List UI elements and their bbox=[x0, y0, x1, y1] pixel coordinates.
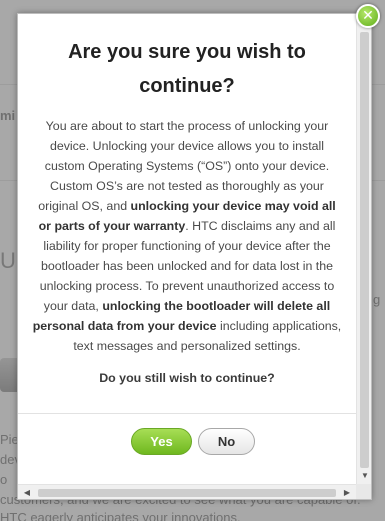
vertical-scroll-thumb[interactable] bbox=[360, 32, 369, 468]
yes-button[interactable]: Yes bbox=[131, 428, 192, 455]
dialog-body: You are about to start the process of un… bbox=[32, 116, 342, 356]
scroll-right-icon[interactable]: ▶ bbox=[341, 488, 353, 498]
dialog-title: Are you sure you wish to continue? bbox=[68, 41, 306, 97]
horizontal-scrollbar[interactable]: ◀ ▶ bbox=[18, 484, 356, 499]
unlock-confirm-dialog: Are you sure you wish to continue? You a… bbox=[17, 13, 372, 500]
close-button[interactable]: ✕ bbox=[356, 4, 380, 28]
no-button[interactable]: No bbox=[198, 428, 255, 455]
dialog-divider bbox=[18, 413, 356, 414]
scroll-left-icon[interactable]: ◀ bbox=[21, 488, 33, 498]
close-icon: ✕ bbox=[362, 8, 374, 24]
vertical-scrollbar[interactable]: ▲ ▼ bbox=[356, 14, 371, 484]
dialog-question: Do you still wish to continue? bbox=[99, 371, 275, 385]
scroll-down-icon[interactable]: ▼ bbox=[359, 471, 371, 481]
horizontal-scroll-thumb[interactable] bbox=[38, 489, 336, 497]
scrollbar-corner bbox=[356, 484, 371, 499]
